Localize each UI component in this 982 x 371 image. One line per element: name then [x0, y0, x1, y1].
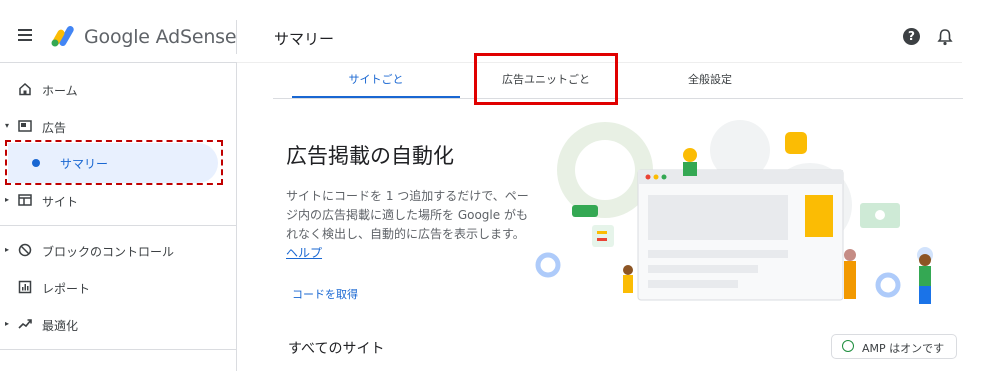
sidebar-border — [236, 62, 237, 371]
sidebar-item-sites[interactable]: ▸ サイト — [0, 183, 236, 217]
sidebar-item-ads[interactable]: ▾ 広告 — [0, 109, 236, 143]
amp-status-badge[interactable]: AMP はオンです — [831, 334, 957, 359]
hero-description-text: サイトにコードを 1 つ追加するだけで、ページ内の広告掲載に適した場所を Goo… — [286, 189, 529, 241]
sidebar-item-block-controls[interactable]: ▸ ブロックのコントロール — [0, 233, 236, 267]
app-name: Google AdSense — [84, 26, 237, 48]
amp-status-label: AMP はオンです — [862, 342, 945, 355]
ad-unit-tab-highlight-box — [474, 53, 618, 105]
ad-unit-icon — [18, 120, 32, 132]
sidebar-item-optimization[interactable]: ▸ 最適化 — [0, 307, 236, 341]
sidebar-item-home[interactable]: ホーム — [0, 72, 236, 106]
caret-right-icon: ▸ — [5, 245, 10, 254]
sidebar-item-label: 広告 — [42, 121, 67, 135]
caret-right-icon: ▸ — [5, 195, 10, 204]
bell-icon[interactable] — [937, 28, 953, 46]
home-icon — [19, 82, 31, 96]
tab-general-settings[interactable]: 全般設定 — [640, 66, 780, 99]
summary-highlight-box — [5, 140, 223, 185]
sidebar-divider — [0, 349, 236, 350]
block-icon — [18, 243, 32, 257]
sidebar-item-label: レポート — [42, 282, 91, 296]
tabs-divider — [273, 98, 963, 99]
sidebar-item-reports[interactable]: レポート — [0, 270, 236, 304]
tab-by-site[interactable]: サイトごと — [292, 66, 460, 99]
hero-title: 広告掲載の自動化 — [286, 144, 454, 168]
sidebar-item-label: ホーム — [42, 84, 78, 98]
sidebar-divider — [0, 225, 236, 226]
sidebar-top-divider — [0, 62, 236, 63]
check-circle-icon — [842, 340, 854, 352]
topbar-divider — [236, 20, 237, 54]
all-sites-heading: すべてのサイト — [288, 341, 385, 357]
sidebar-item-label: サイト — [42, 195, 79, 209]
page-title: サマリー — [274, 30, 335, 48]
sites-icon — [18, 194, 32, 206]
help-link[interactable]: ヘルプ — [286, 246, 322, 260]
adsense-logo-icon — [51, 26, 74, 47]
sidebar-item-label: ブロックのコントロール — [42, 245, 175, 259]
get-code-link[interactable]: コードを取得 — [292, 286, 358, 302]
caret-down-icon: ▾ — [5, 121, 10, 130]
report-icon — [18, 280, 32, 294]
auto-ads-illustration — [535, 120, 933, 304]
sidebar-item-label: 最適化 — [42, 319, 79, 333]
caret-right-icon: ▸ — [5, 319, 10, 328]
trending-up-icon — [18, 319, 32, 329]
help-icon[interactable]: ? — [903, 28, 920, 45]
menu-icon[interactable] — [18, 29, 32, 41]
hero-description: サイトにコードを 1 つ追加するだけで、ページ内の広告掲載に適した場所を Goo… — [286, 187, 536, 263]
